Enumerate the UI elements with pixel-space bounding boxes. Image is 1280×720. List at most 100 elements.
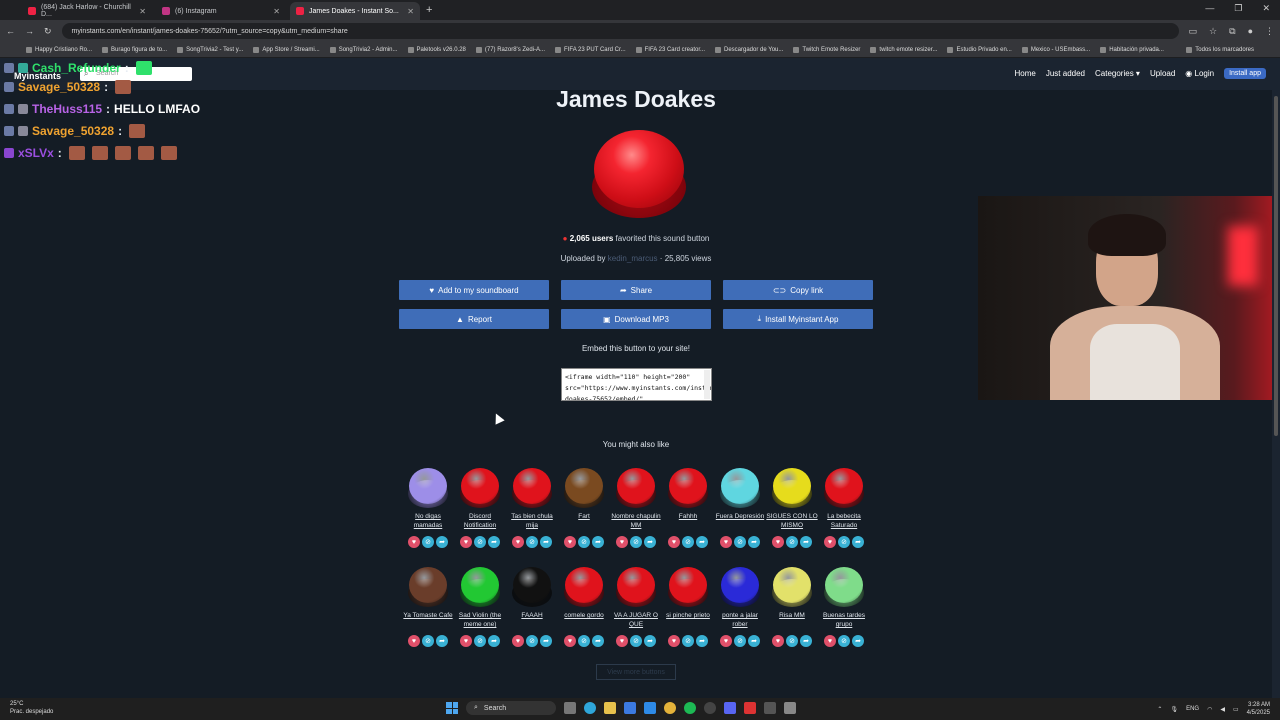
- suggestion-play-button[interactable]: [667, 466, 709, 510]
- copy-link-icon[interactable]: ⊘: [474, 536, 486, 548]
- bookmark[interactable]: SongTrivia2 - Admin...: [329, 46, 398, 53]
- suggestion-play-button[interactable]: [719, 466, 761, 510]
- suggestion-play-button[interactable]: [511, 466, 553, 510]
- share-icon[interactable]: ➦: [644, 635, 656, 647]
- suggestion-play-button[interactable]: [407, 565, 449, 609]
- browser-tab[interactable]: (6) Instagram ✕: [156, 2, 286, 20]
- copy-link-icon[interactable]: ⊘: [682, 536, 694, 548]
- embed-scrollbar[interactable]: [704, 370, 710, 399]
- suggestion-label[interactable]: Fahhh: [662, 512, 714, 532]
- all-bookmarks[interactable]: Todos los marcadores: [1186, 46, 1254, 53]
- suggestion-label[interactable]: SIGUES CON LO MISMO: [766, 512, 818, 532]
- file-explorer-icon[interactable]: [604, 702, 616, 714]
- suggestion-play-button[interactable]: [823, 565, 865, 609]
- favorite-heart-icon[interactable]: ♥: [720, 536, 732, 548]
- favorite-heart-icon[interactable]: ♥: [408, 536, 420, 548]
- uploader-link[interactable]: kedin_marcus: [608, 254, 658, 263]
- browser-tab-active[interactable]: James Doakes - Instant So... ✕: [290, 2, 420, 20]
- favorite-heart-icon[interactable]: ♥: [512, 536, 524, 548]
- copy-link-icon[interactable]: ⊘: [526, 635, 538, 647]
- download-mp3-button[interactable]: ▣ Download MP3: [561, 309, 711, 329]
- share-icon[interactable]: ➦: [748, 635, 760, 647]
- share-icon[interactable]: ➦: [696, 536, 708, 548]
- battery-icon[interactable]: ▭: [1233, 706, 1239, 713]
- favorite-heart-icon[interactable]: ♥: [460, 536, 472, 548]
- share-icon[interactable]: ➦: [592, 635, 604, 647]
- wifi-icon[interactable]: ◠: [1207, 706, 1212, 713]
- bookmark[interactable]: Happy Cristiano Ro...: [26, 46, 92, 53]
- copy-link-icon[interactable]: ⊘: [786, 536, 798, 548]
- copy-link-icon[interactable]: ⊘: [578, 536, 590, 548]
- suggestion-play-button[interactable]: [771, 466, 813, 510]
- weather-widget[interactable]: 25°C Prac. despejado: [10, 700, 53, 716]
- discord-icon[interactable]: [724, 702, 736, 714]
- suggestion-label[interactable]: Tas bien chula mija: [506, 512, 558, 532]
- share-icon[interactable]: ➦: [800, 635, 812, 647]
- suggestion-play-button[interactable]: [563, 466, 605, 510]
- install-app-action-button[interactable]: ⤓ Install Myinstant App: [723, 309, 873, 329]
- copy-link-icon[interactable]: ⊘: [838, 536, 850, 548]
- bookmark[interactable]: Burago figura de to...: [102, 46, 167, 53]
- share-icon[interactable]: ➦: [592, 536, 604, 548]
- favorite-heart-icon[interactable]: ♥: [668, 635, 680, 647]
- favorite-heart-icon[interactable]: ♥: [772, 635, 784, 647]
- favorite-heart-icon[interactable]: ♥: [720, 635, 732, 647]
- share-icon[interactable]: ➦: [800, 536, 812, 548]
- share-button[interactable]: ➦ Share: [561, 280, 711, 300]
- restore-icon[interactable]: ❐: [1234, 3, 1242, 14]
- share-icon[interactable]: ➦: [852, 536, 864, 548]
- copy-link-icon[interactable]: ⊘: [682, 635, 694, 647]
- volume-icon[interactable]: ◀: [1220, 706, 1225, 713]
- store-icon[interactable]: [624, 702, 636, 714]
- share-icon[interactable]: ➦: [488, 536, 500, 548]
- reload-icon[interactable]: ↻: [44, 26, 52, 37]
- favorite-heart-icon[interactable]: ♥: [564, 635, 576, 647]
- spotify-icon[interactable]: [684, 702, 696, 714]
- clock[interactable]: 3:28 AM 4/5/2025: [1247, 701, 1270, 717]
- copy-link-icon[interactable]: ⊘: [422, 536, 434, 548]
- bookmark[interactable]: App Store / Streami...: [253, 46, 320, 53]
- bookmark[interactable]: Estudio Privado en...: [947, 46, 1012, 53]
- suggestion-label[interactable]: FAAAH: [506, 611, 558, 631]
- suggestion-label[interactable]: Sad Violin (the meme one): [454, 611, 506, 631]
- suggestion-label[interactable]: ponte a jalar rober: [714, 611, 766, 631]
- menu-icon[interactable]: ⋮: [1265, 26, 1274, 37]
- favorite-heart-icon[interactable]: ♥: [564, 536, 576, 548]
- copy-link-icon[interactable]: ⊘: [734, 635, 746, 647]
- suggestion-play-button[interactable]: [667, 565, 709, 609]
- app-icon[interactable]: [744, 702, 756, 714]
- suggestion-label[interactable]: comele gordo: [558, 611, 610, 631]
- extensions-icon[interactable]: ⧉: [1229, 26, 1235, 37]
- suggestion-label[interactable]: Ya Tomaste Cafe: [402, 611, 454, 631]
- share-icon[interactable]: ➦: [852, 635, 864, 647]
- close-tab-icon[interactable]: ✕: [273, 7, 280, 16]
- cast-icon[interactable]: ▭: [1189, 26, 1198, 37]
- suggestion-label[interactable]: Discord Notification: [454, 512, 506, 532]
- star-icon[interactable]: ☆: [1209, 26, 1217, 37]
- suggestion-label[interactable]: Risa MM: [766, 611, 818, 631]
- bookmark[interactable]: Mexico - USEmbass...: [1021, 46, 1090, 53]
- suggestion-label[interactable]: Nombre chapulin MM: [610, 512, 662, 532]
- copy-link-icon[interactable]: ⊘: [422, 635, 434, 647]
- share-icon[interactable]: ➦: [540, 536, 552, 548]
- bookmark[interactable]: Paletools v26.0.28: [407, 46, 466, 53]
- close-tab-icon[interactable]: ✕: [407, 7, 414, 16]
- tray-chevron-icon[interactable]: ⌃: [1157, 706, 1162, 713]
- mic-icon[interactable]: 🎙: [1170, 706, 1178, 713]
- copy-link-icon[interactable]: ⊘: [474, 635, 486, 647]
- favorite-heart-icon[interactable]: ♥: [824, 536, 836, 548]
- bookmark[interactable]: Twitch Emote Resizer: [793, 46, 860, 53]
- url-field[interactable]: myinstants.com/en/instant/james-doakes-7…: [61, 23, 1179, 39]
- suggestion-play-button[interactable]: [459, 565, 501, 609]
- page-scrollbar[interactable]: [1272, 90, 1280, 698]
- close-window-icon[interactable]: ✕: [1262, 3, 1270, 14]
- suggestion-play-button[interactable]: [719, 565, 761, 609]
- language-indicator[interactable]: ENG: [1186, 706, 1199, 712]
- copy-link-button[interactable]: ⊂⊃ Copy link: [723, 280, 873, 300]
- minimize-icon[interactable]: —: [1205, 3, 1214, 14]
- suggestion-label[interactable]: Buenas tardes grupo: [818, 611, 870, 631]
- app-icon[interactable]: [764, 702, 776, 714]
- copy-link-icon[interactable]: ⊘: [578, 635, 590, 647]
- view-more-button[interactable]: View more buttons: [596, 664, 676, 680]
- suggestion-label[interactable]: si pinche prieto: [662, 611, 714, 631]
